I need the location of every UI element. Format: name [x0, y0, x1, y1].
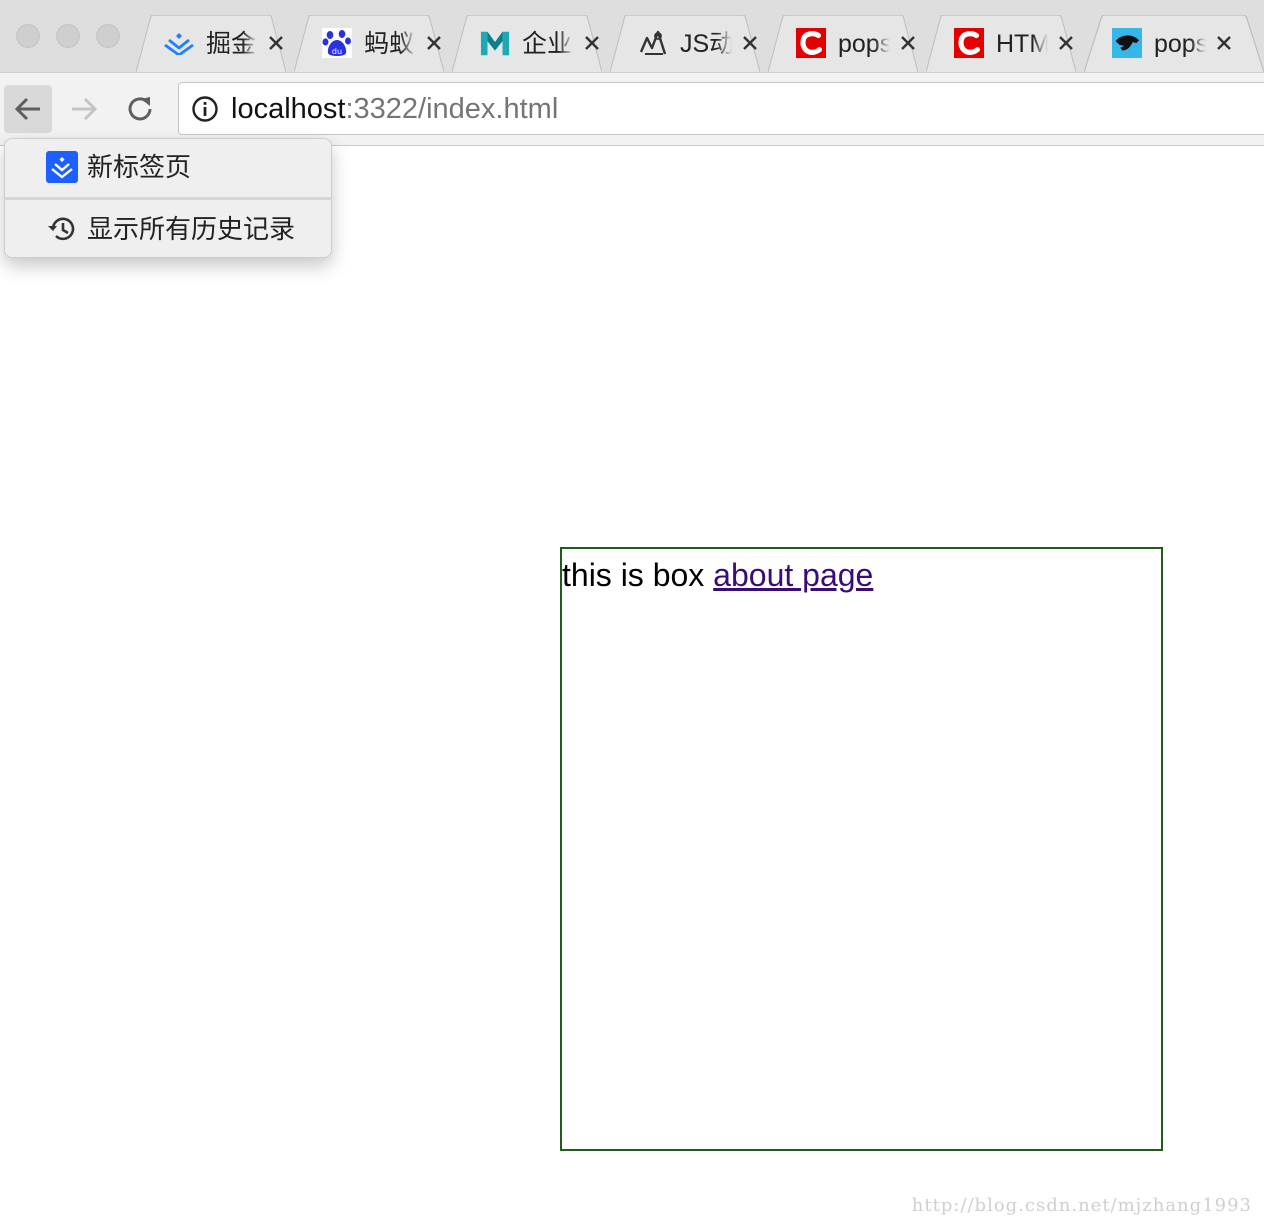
history-icon	[46, 213, 78, 245]
address-bar[interactable]: localhost:3322/index.html	[178, 82, 1264, 135]
menu-item-new-tab[interactable]: 新标签页	[5, 139, 331, 197]
tab-enterprise[interactable]: 企业	[452, 15, 602, 72]
baidu-paw-icon: du	[322, 28, 352, 58]
box-text: this is box	[562, 557, 705, 593]
juejin-icon	[164, 28, 194, 58]
back-button[interactable]	[4, 85, 52, 133]
menu-item-label: 显示所有历史记录	[87, 214, 296, 244]
close-icon[interactable]	[1212, 31, 1236, 55]
tab-popstate[interactable]: popstate	[768, 15, 918, 72]
tab-title: JS动画	[680, 30, 732, 58]
info-icon[interactable]	[191, 95, 219, 123]
tab-title: popstate	[1154, 30, 1206, 58]
tab-js-animation[interactable]: JS动画	[610, 15, 760, 72]
close-icon[interactable]	[738, 31, 762, 55]
toolbar: localhost:3322/index.html	[0, 72, 1264, 146]
menu-item-show-history[interactable]: 显示所有历史记录	[5, 201, 331, 259]
window-close-button[interactable]	[16, 24, 40, 48]
csdn-c-icon	[796, 28, 826, 58]
forward-arrow-icon	[72, 97, 98, 121]
reload-button[interactable]	[116, 85, 164, 133]
m-logo-icon	[480, 28, 510, 58]
close-icon[interactable]	[580, 31, 604, 55]
close-icon[interactable]	[264, 31, 288, 55]
panther-icon	[1112, 28, 1142, 58]
url-path: :3322/index.html	[345, 93, 559, 125]
browser-chrome: 掘金 du 蚂蚁金服	[0, 0, 1264, 146]
window-zoom-button[interactable]	[96, 24, 120, 48]
url-text[interactable]: localhost:3322/index.html	[231, 83, 558, 136]
tab-strip: 掘金 du 蚂蚁金服	[0, 0, 1264, 72]
watermark: http://blog.csdn.net/mjzhang1993	[911, 1195, 1252, 1216]
menu-item-label: 新标签页	[87, 152, 192, 182]
url-host: localhost	[231, 93, 346, 125]
juejin-icon	[46, 151, 78, 183]
close-icon[interactable]	[1054, 31, 1078, 55]
tab-title: 掘金	[206, 30, 257, 58]
tab-baidu[interactable]: du 蚂蚁金服	[294, 15, 444, 72]
back-arrow-icon	[14, 97, 40, 121]
sketch-icon	[638, 28, 668, 58]
tab-html5[interactable]: HTML5	[926, 15, 1076, 72]
tab-juejin[interactable]: 掘金	[136, 15, 286, 72]
tab-title: popstate	[838, 30, 890, 58]
tab-title: 蚂蚁金服	[364, 30, 416, 58]
close-icon[interactable]	[896, 31, 920, 55]
tab-title: 企业	[522, 30, 573, 58]
window-minimize-button[interactable]	[56, 24, 80, 48]
about-page-link[interactable]: about page	[713, 557, 873, 593]
tab-title: HTML5	[996, 30, 1048, 58]
back-history-menu: 新标签页 显示所有历史记录	[4, 138, 332, 258]
menu-separator	[5, 197, 331, 200]
reload-icon	[128, 97, 152, 121]
tab-popstate-2[interactable]: popstate	[1084, 15, 1264, 72]
forward-button[interactable]	[60, 85, 108, 133]
csdn-c-icon	[954, 28, 984, 58]
content-box: this is box about page	[560, 547, 1163, 1151]
close-icon[interactable]	[422, 31, 446, 55]
svg-text:du: du	[332, 47, 342, 56]
